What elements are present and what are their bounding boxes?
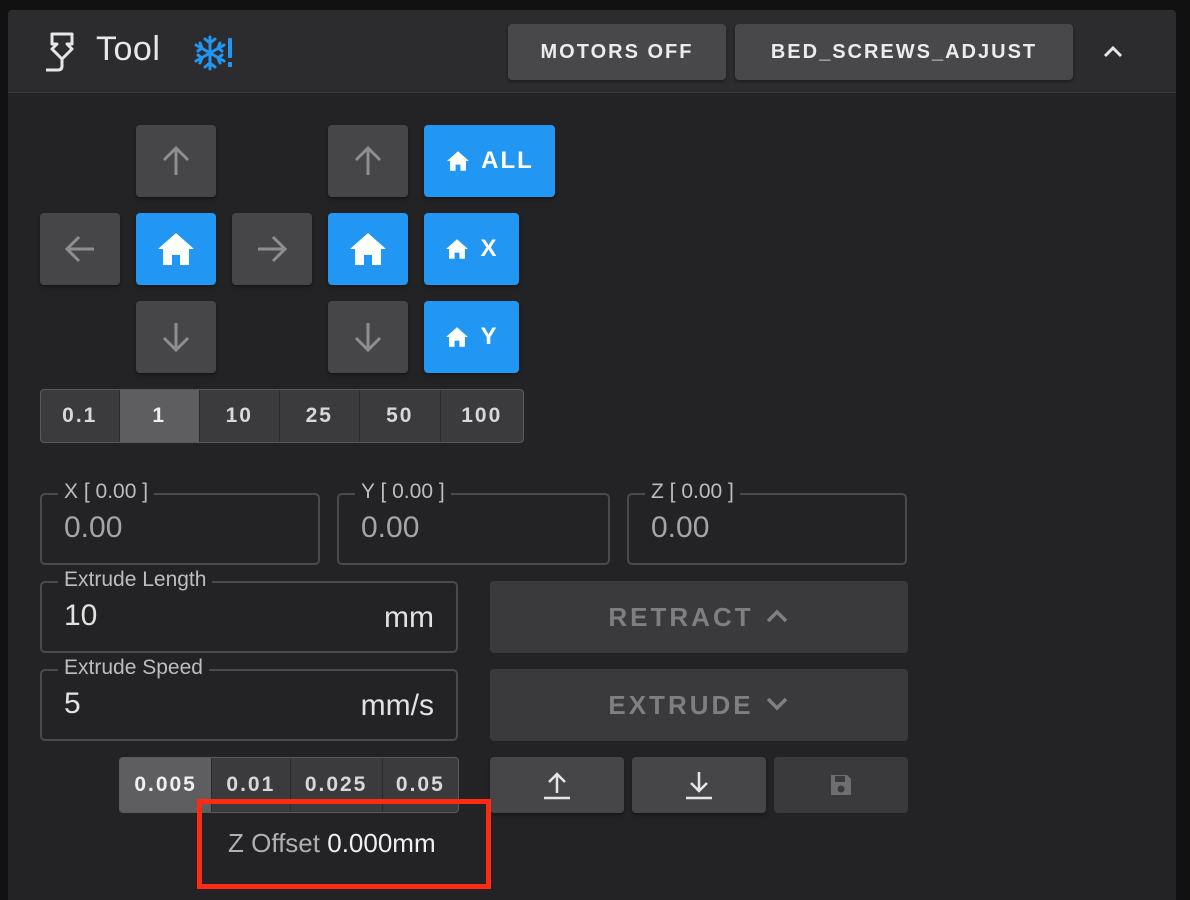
y-position-placeholder: 0.00: [361, 511, 420, 544]
zoffset-value: 0.000mm: [327, 828, 436, 858]
move-x-minus-button[interactable]: [40, 213, 120, 285]
x-position-label: X [ 0.00 ]: [58, 480, 155, 504]
extrude-speed-value: 5: [64, 687, 81, 720]
arrow-collapse-up-icon: [540, 769, 574, 801]
home-icon: [156, 231, 196, 267]
home-xy-button[interactable]: [136, 213, 216, 285]
extrude-speed-label: Extrude Speed: [58, 656, 209, 680]
y-position-label: Y [ 0.00 ]: [355, 480, 451, 504]
extrude-speed-input[interactable]: Extrude Speed 5 mm/s: [40, 656, 458, 741]
home-icon: [444, 238, 470, 260]
extrude-length-label: Extrude Length: [58, 568, 213, 592]
extrude-speed-unit: mm/s: [360, 689, 434, 722]
home-z-button[interactable]: [328, 213, 408, 285]
home-x-button[interactable]: X: [424, 213, 519, 285]
z-position-input[interactable]: Z [ 0.00 ] 0.00: [627, 480, 907, 565]
arrow-down-icon: [156, 317, 196, 357]
chevron-up-icon: [754, 602, 790, 633]
home-icon: [348, 231, 388, 267]
extrude-length-input[interactable]: Extrude Length 10 mm: [40, 568, 458, 653]
save-zoffset-button[interactable]: [774, 757, 908, 813]
move-z-plus-button[interactable]: [328, 125, 408, 197]
home-icon: [445, 150, 471, 172]
zoffset-up-button[interactable]: [490, 757, 624, 813]
arrow-up-icon: [156, 141, 196, 181]
extrude-button-label: EXTRUDE: [608, 689, 754, 720]
bed-screws-adjust-button[interactable]: BED_SCREWS_ADJUST: [735, 24, 1073, 80]
home-all-button[interactable]: ALL: [424, 125, 555, 197]
y-position-input[interactable]: Y [ 0.00 ] 0.00: [337, 480, 610, 565]
retract-button[interactable]: RETRACT: [490, 581, 908, 653]
chevron-down-icon: [754, 690, 790, 721]
move-step-toggle-group: 0.1 1 10 25 50 100: [40, 389, 524, 443]
arrow-collapse-down-icon: [682, 769, 716, 801]
zoffset-label: Z Offset: [228, 828, 320, 858]
x-position-placeholder: 0.00: [64, 511, 123, 544]
z-position-placeholder: 0.00: [651, 511, 710, 544]
panel-title: Tool: [96, 30, 161, 68]
move-x-plus-button[interactable]: [232, 213, 312, 285]
move-step-1[interactable]: 1: [119, 390, 201, 442]
extrude-button[interactable]: EXTRUDE: [490, 669, 908, 741]
save-icon: [828, 772, 854, 798]
zoffset-down-button[interactable]: [632, 757, 766, 813]
chevron-up-icon[interactable]: [1100, 40, 1126, 67]
retract-button-label: RETRACT: [608, 601, 754, 632]
extrude-length-unit: mm: [384, 601, 434, 634]
arrow-down-icon: [348, 317, 388, 357]
move-y-plus-button[interactable]: [136, 125, 216, 197]
home-x-label: X: [480, 235, 499, 262]
home-icon: [444, 326, 470, 348]
tool-panel: Tool MOTORS OFF BED_SCREWS_ADJUST ALL X …: [8, 10, 1176, 900]
arrow-up-icon: [348, 141, 388, 181]
extrude-length-value: 10: [64, 599, 98, 632]
motors-off-button[interactable]: MOTORS OFF: [508, 24, 726, 80]
move-step-10[interactable]: 10: [200, 390, 280, 442]
move-y-minus-button[interactable]: [136, 301, 216, 373]
move-z-minus-button[interactable]: [328, 301, 408, 373]
move-step-100[interactable]: 100: [441, 390, 523, 442]
move-step-25[interactable]: 25: [280, 390, 361, 442]
home-y-label: Y: [480, 323, 499, 350]
arrow-right-icon: [252, 229, 292, 269]
zoffset-readout: Z Offset 0.000mm: [228, 828, 436, 859]
z-position-label: Z [ 0.00 ]: [645, 480, 740, 504]
tool-panel-header: Tool MOTORS OFF BED_SCREWS_ADJUST: [8, 10, 1176, 93]
home-all-label: ALL: [481, 147, 534, 174]
move-step-0-1[interactable]: 0.1: [41, 390, 120, 442]
home-y-button[interactable]: Y: [424, 301, 519, 373]
arrow-left-icon: [60, 229, 100, 269]
printer-nozzle-icon: [42, 30, 82, 81]
x-position-input[interactable]: X [ 0.00 ] 0.00: [40, 480, 320, 565]
snowflake-alert-icon: [192, 34, 236, 77]
move-step-50[interactable]: 50: [360, 390, 441, 442]
